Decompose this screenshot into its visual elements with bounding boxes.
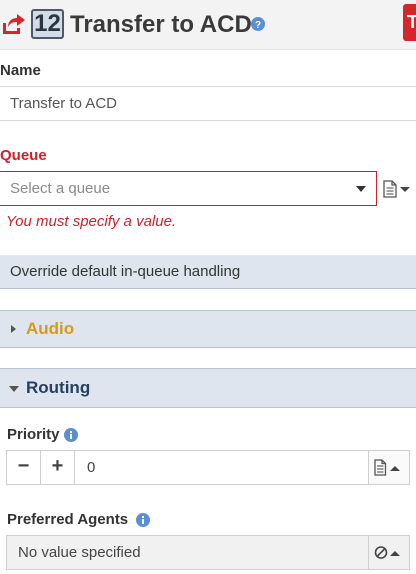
preferred-agents-value: No value specified (18, 544, 141, 561)
preferred-agents-field[interactable]: No value specified (6, 535, 410, 570)
preferred-agents-label: Preferred Agents (7, 511, 129, 528)
priority-expression-button[interactable] (368, 451, 409, 484)
caret-down-icon (400, 187, 410, 192)
preferred-agents-mode-button[interactable] (368, 536, 409, 569)
section-routing-header[interactable]: Routing (0, 368, 416, 408)
svg-text:?: ? (255, 20, 261, 31)
chevron-down-icon (356, 186, 366, 192)
queue-placeholder: Select a queue (10, 180, 111, 197)
priority-value[interactable]: 0 (87, 451, 95, 484)
override-in-queue-handling[interactable]: Override default in-queue handling (0, 255, 416, 289)
name-input[interactable]: Transfer to ACD (0, 86, 416, 121)
queue-select[interactable]: Select a queue (0, 171, 377, 206)
step-number-badge: 12 (31, 9, 64, 39)
document-icon (374, 459, 387, 476)
priority-stepper: − + 0 (6, 450, 410, 485)
caret-up-icon (390, 551, 400, 556)
info-icon[interactable] (136, 513, 150, 527)
document-icon (383, 180, 397, 198)
transfer-arrow-icon (3, 14, 25, 34)
no-value-icon (374, 546, 388, 559)
document-menu-button[interactable] (380, 176, 416, 202)
name-label: Name (0, 62, 41, 79)
section-routing-title: Routing (26, 378, 91, 397)
section-audio-header[interactable]: Audio (0, 310, 416, 348)
priority-label: Priority (7, 426, 60, 443)
chevron-down-icon (9, 386, 19, 392)
chevron-right-icon (11, 325, 16, 333)
queue-error-message: You must specify a value. (6, 213, 177, 230)
decrement-button[interactable]: − (7, 451, 41, 484)
info-icon[interactable] (64, 428, 78, 442)
caret-up-icon (390, 466, 400, 471)
close-panel-tab[interactable]: T (403, 4, 416, 41)
queue-label: Queue (0, 147, 47, 164)
section-audio-title: Audio (26, 319, 75, 338)
increment-button[interactable]: + (41, 451, 75, 484)
question-circle-icon[interactable]: ? (251, 17, 265, 31)
page-title: Transfer to ACD (70, 11, 252, 38)
